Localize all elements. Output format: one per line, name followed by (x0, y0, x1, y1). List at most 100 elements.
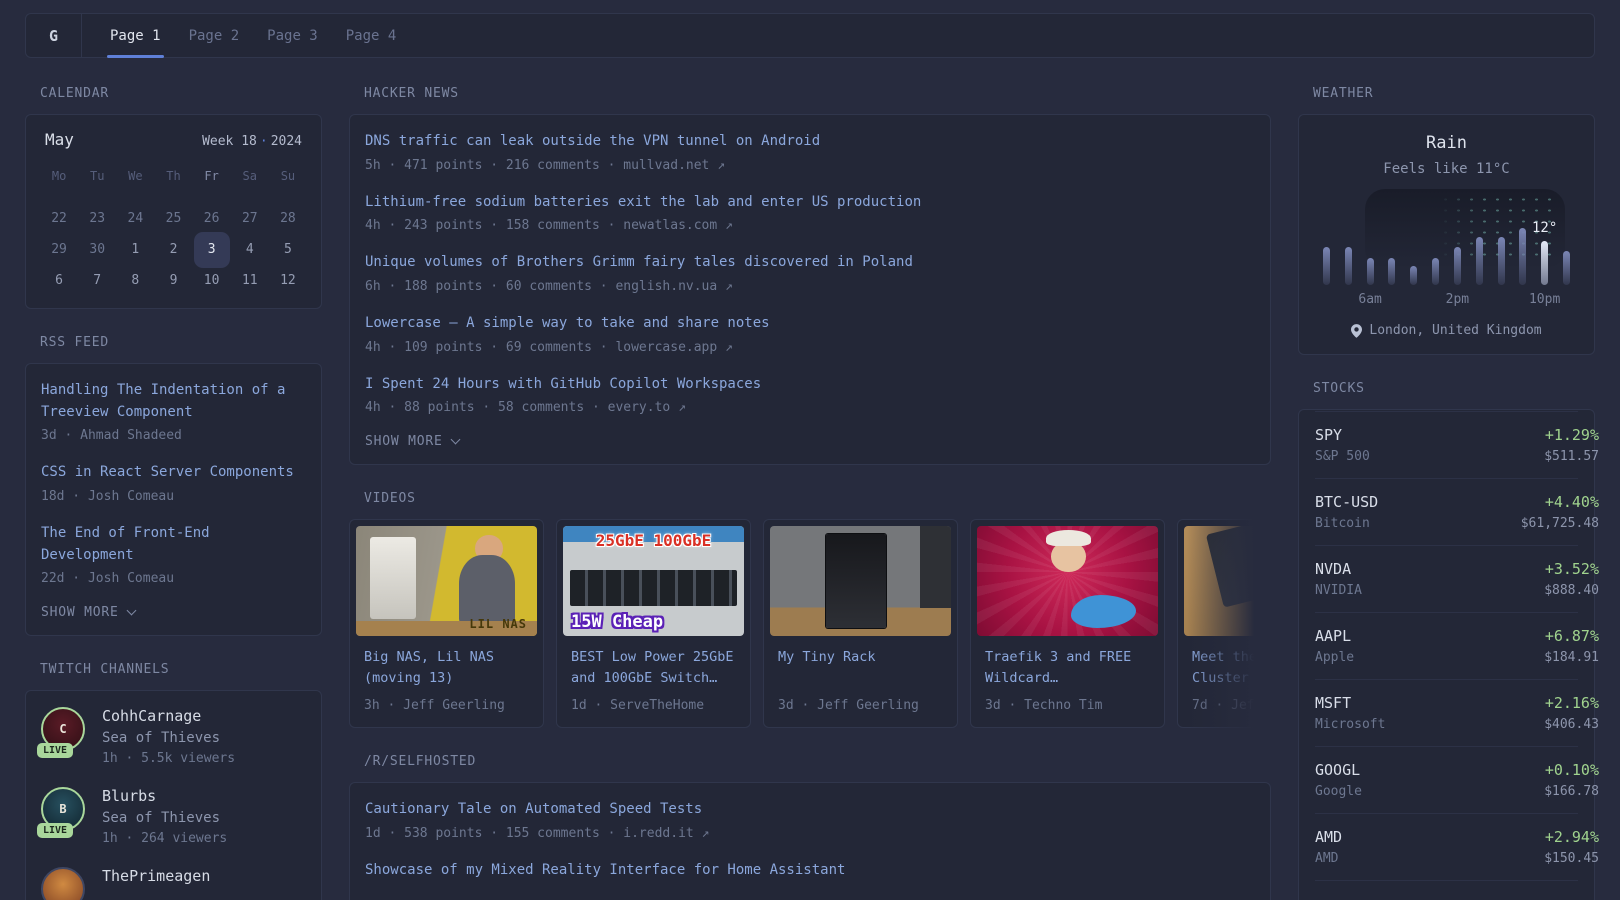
reddit-list: Cautionary Tale on Automated Speed Tests… (365, 799, 1255, 881)
calendar-date: 30 (79, 234, 115, 265)
stock-symbol: NVDA (1315, 560, 1415, 578)
stock-price: $150.45 (1499, 851, 1599, 866)
stock-row[interactable]: AMD AMD +2.94% $150.45 (1315, 813, 1578, 880)
reddit-card: Cautionary Tale on Automated Speed Tests… (349, 782, 1271, 900)
hackernews-item-link[interactable]: Lithium-free sodium batteries exit the l… (365, 192, 1255, 214)
hackernews-item-link[interactable]: Unique volumes of Brothers Grimm fairy t… (365, 252, 1255, 274)
stock-row[interactable]: AAPL Apple +6.87% $184.91 (1315, 612, 1578, 679)
hackernews-widget: HACKER NEWS DNS traffic can leak outside… (349, 86, 1271, 465)
weather-hour-column (1432, 211, 1439, 285)
reddit-item-link[interactable]: Cautionary Tale on Automated Speed Tests (365, 799, 1255, 821)
page-tab[interactable]: Page 3 (253, 14, 332, 57)
stock-company-name: Google (1315, 784, 1415, 799)
twitch-channel-row[interactable]: C LIVE CohhCarnage Sea of Thieves 1h · 5… (41, 707, 306, 766)
twitch-channel-name: ThePrimeagen (102, 867, 210, 885)
calendar-date: 12 (270, 265, 306, 296)
rss-card: Handling The Indentation of a Treeview C… (25, 363, 322, 636)
rss-item-link[interactable]: Handling The Indentation of a Treeview C… (41, 380, 306, 423)
video-thumbnail: LIL NAS (356, 526, 537, 636)
calendar-date: 10 (194, 265, 230, 296)
rss-item-link[interactable]: The End of Front-End Development (41, 523, 306, 566)
temperature-bar (1563, 251, 1570, 285)
video-title-link[interactable]: Meet the new Linux Cluster (1192, 647, 1271, 689)
hackernews-show-more-button[interactable]: SHOW MORE (365, 434, 1255, 449)
hackernews-item-link[interactable]: I Spent 24 Hours with GitHub Copilot Wor… (365, 374, 1255, 396)
avatar (41, 867, 85, 900)
weather-widget: WEATHER Rain Feels like 11°C (1298, 86, 1595, 355)
calendar-date-cell: 4 (231, 234, 269, 265)
video-title-link[interactable]: BEST Low Power 25GbE and 100GbE Switch… (571, 647, 736, 689)
stock-values: +2.94% $150.45 (1499, 828, 1599, 866)
stock-row[interactable]: NVDA NVIDIA +3.52% $888.40 (1315, 545, 1578, 612)
stock-symbol: BTC-USD (1315, 493, 1415, 511)
stock-change-percent: +2.16% (1499, 694, 1599, 712)
video-card[interactable]: 25GbE 100GbE 15W Cheap BEST Low Power 25… (556, 519, 751, 728)
app-logo[interactable]: G (26, 14, 82, 57)
calendar-date-cell: 24 (116, 203, 154, 234)
reddit-heading: /R/SELFHOSTED (364, 754, 1271, 769)
stock-sparkline (1415, 626, 1499, 666)
page-tab[interactable]: Page 2 (175, 14, 254, 57)
stock-row[interactable]: MSFT Microsoft +2.16% $406.43 (1315, 679, 1578, 746)
hackernews-item: Lithium-free sodium batteries exit the l… (365, 192, 1255, 234)
weather-hour-column (1498, 211, 1505, 285)
video-card[interactable]: LIL NAS Big NAS, Lil NAS (moving 13) 3h … (349, 519, 544, 728)
weather-hourly-chart: 6am (1315, 189, 1578, 307)
page-tab[interactable]: Page 1 (96, 14, 175, 57)
stock-row[interactable]: RDDT -1.65% (1315, 880, 1578, 900)
hackernews-item-link[interactable]: DNS traffic can leak outside the VPN tun… (365, 131, 1255, 153)
hackernews-item-link[interactable]: Lowercase – A simple way to take and sha… (365, 313, 1255, 335)
stock-row[interactable]: SPY S&P 500 +1.29% $511.57 (1315, 411, 1578, 478)
video-card[interactable]: FAS Meet the new Linux Cluster 7d · Jeff… (1177, 519, 1271, 728)
hackernews-item: Lowercase – A simple way to take and sha… (365, 313, 1255, 355)
calendar-day-headers: Mo Tu We Th Fr Sa Su (40, 162, 307, 190)
calendar-separator-dot: · (257, 134, 271, 149)
stock-row[interactable]: GOOGL Google +0.10% $166.78 (1315, 746, 1578, 813)
stock-sparkline (1415, 492, 1499, 532)
thumbnail-text: LIL NAS (469, 617, 527, 631)
calendar-date: 4 (232, 234, 268, 265)
calendar-dates: 22 23 24 25 (40, 203, 307, 296)
calendar-date-cell: 23 (78, 203, 116, 234)
page-tab[interactable]: Page 4 (332, 14, 411, 57)
rss-item-link[interactable]: CSS in React Server Components (41, 462, 306, 484)
video-title-link[interactable]: My Tiny Rack (778, 647, 943, 689)
middle-column: HACKER NEWS DNS traffic can leak outside… (349, 86, 1271, 900)
calendar-day-header: Su (281, 162, 295, 190)
video-card[interactable]: Traefik 3 and FREE Wildcard… 3d · Techno… (970, 519, 1165, 728)
twitch-widget: TWITCH CHANNELS C LIVE CohhCarnage (25, 662, 322, 900)
video-title-link[interactable]: Big NAS, Lil NAS (moving 13) (364, 647, 529, 689)
stock-company-name: Microsoft (1315, 717, 1415, 732)
twitch-channel-name: Blurbs (102, 787, 227, 805)
video-info: BEST Low Power 25GbE and 100GbE Switch… … (563, 636, 744, 727)
weather-feels-like: Feels like 11°C (1315, 161, 1578, 177)
top-nav: G Page 1 Page 2 Page 3 Page 4 (25, 13, 1595, 58)
chevron-down-icon (126, 606, 136, 616)
calendar-date-cell: 9 (154, 265, 192, 296)
stock-values: +4.40% $61,725.48 (1499, 493, 1599, 531)
rss-list: Handling The Indentation of a Treeview C… (41, 380, 306, 586)
stock-row[interactable]: BTC-USD Bitcoin +4.40% $61,725.48 (1315, 478, 1578, 545)
temperature-label: 12° (1532, 220, 1557, 236)
calendar-date: 3 (194, 232, 230, 268)
videos-row: LIL NAS Big NAS, Lil NAS (moving 13) 3h … (349, 519, 1271, 728)
twitch-avatar-wrap: B LIVE (41, 787, 87, 831)
video-title-link[interactable]: Traefik 3 and FREE Wildcard… (985, 647, 1150, 689)
twitch-viewers-meta: 1h · 5.5k viewers (102, 751, 235, 766)
rss-show-more-button[interactable]: SHOW MORE (41, 605, 306, 620)
reddit-item-meta: 1d · 538 points · 155 comments · i.redd.… (365, 826, 1255, 841)
stock-company-name: Apple (1315, 650, 1415, 665)
stock-values: +3.52% $888.40 (1499, 560, 1599, 598)
thumbnail-art (1046, 530, 1091, 547)
calendar-day-header: Fr (204, 162, 218, 190)
calendar-date: 8 (117, 265, 153, 296)
twitch-channel-row[interactable]: ThePrimeagen (41, 867, 306, 900)
page-tab-label: Page 3 (267, 28, 318, 44)
reddit-item-link[interactable]: Showcase of my Mixed Reality Interface f… (365, 860, 1255, 882)
calendar-date-cell: 30 (78, 234, 116, 265)
video-card[interactable]: My Tiny Rack 3d · Jeff Geerling (763, 519, 958, 728)
twitch-card: C LIVE CohhCarnage Sea of Thieves 1h · 5… (25, 690, 322, 900)
calendar-date: 5 (270, 234, 306, 265)
twitch-channel-row[interactable]: B LIVE Blurbs Sea of Thieves 1h · 264 vi… (41, 787, 306, 846)
hackernews-item-meta: 4h · 109 points · 69 comments · lowercas… (365, 340, 1255, 355)
